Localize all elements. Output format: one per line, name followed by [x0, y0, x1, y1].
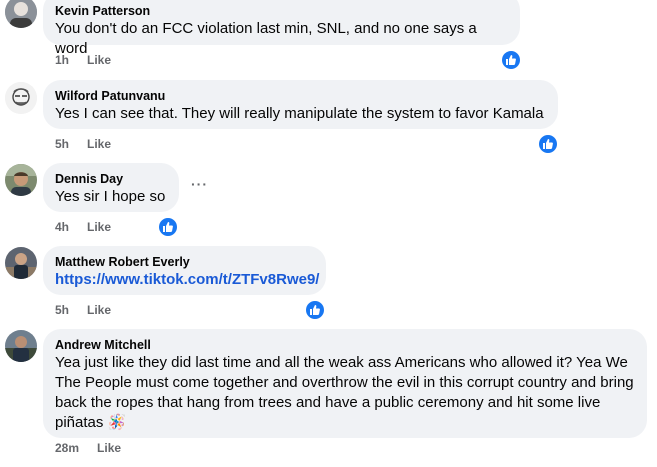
like-reaction-icon[interactable] — [157, 216, 179, 238]
comment-item: Dennis Day Yes sir I hope so ··· 4h Like — [0, 163, 657, 238]
like-button[interactable]: Like — [87, 303, 111, 317]
comment-author[interactable]: Dennis Day — [55, 171, 167, 187]
comment-bubble: Andrew Mitchell Yea just like they did l… — [43, 329, 647, 438]
more-options-button[interactable]: ··· — [191, 176, 208, 192]
comment-text: Yes I can see that. They will really man… — [55, 105, 544, 122]
avatar[interactable] — [5, 0, 37, 28]
comment-timestamp[interactable]: 28m — [55, 441, 79, 455]
comment-author[interactable]: Matthew Robert Everly — [55, 254, 314, 270]
comment-timestamp[interactable]: 5h — [55, 303, 69, 317]
comment-author[interactable]: Andrew Mitchell — [55, 337, 635, 353]
like-button[interactable]: Like — [87, 53, 111, 67]
comment-item: Kevin Patterson You don't do an FCC viol… — [0, 0, 657, 75]
like-reaction-icon[interactable] — [537, 133, 559, 155]
comment-author[interactable]: Wilford Patunvanu — [55, 88, 546, 104]
comment-meta: 5h Like — [55, 302, 111, 318]
avatar[interactable] — [5, 82, 37, 114]
comment-bubble: Matthew Robert Everly https://www.tiktok… — [43, 246, 326, 295]
comment-item: Andrew Mitchell Yea just like they did l… — [0, 329, 657, 467]
comment-text: Yea just like they did last time and all… — [55, 354, 634, 431]
comment-timestamp[interactable]: 5h — [55, 137, 69, 151]
comment-text: You don't do an FCC violation last min, … — [55, 20, 477, 57]
avatar[interactable] — [5, 164, 37, 196]
comment-meta: 4h Like — [55, 219, 111, 235]
avatar[interactable] — [5, 247, 37, 279]
comment-text: Yes sir I hope so — [55, 188, 166, 205]
comment-timestamp[interactable]: 4h — [55, 220, 69, 234]
like-button[interactable]: Like — [87, 137, 111, 151]
like-button[interactable]: Like — [87, 220, 111, 234]
comment-item: Matthew Robert Everly https://www.tiktok… — [0, 246, 657, 321]
comment-meta: 1h Like — [55, 52, 111, 68]
like-reaction-icon[interactable] — [304, 299, 326, 321]
comment-bubble: Wilford Patunvanu Yes I can see that. Th… — [43, 80, 558, 129]
comment-meta: 5h Like — [55, 136, 111, 152]
comment-bubble: Dennis Day Yes sir I hope so — [43, 163, 179, 212]
comment-author[interactable]: Kevin Patterson — [55, 3, 508, 19]
avatar[interactable] — [5, 330, 37, 362]
comment-item: Wilford Patunvanu Yes I can see that. Th… — [0, 80, 657, 155]
comment-bubble: Kevin Patterson You don't do an FCC viol… — [43, 0, 520, 57]
like-reaction-icon[interactable] — [500, 49, 522, 71]
comment-link[interactable]: https://www.tiktok.com/t/ZTFv8Rwe9/ — [55, 270, 319, 290]
comment-timestamp[interactable]: 1h — [55, 53, 69, 67]
comment-meta: 28m Like — [55, 440, 121, 456]
like-button[interactable]: Like — [97, 441, 121, 455]
